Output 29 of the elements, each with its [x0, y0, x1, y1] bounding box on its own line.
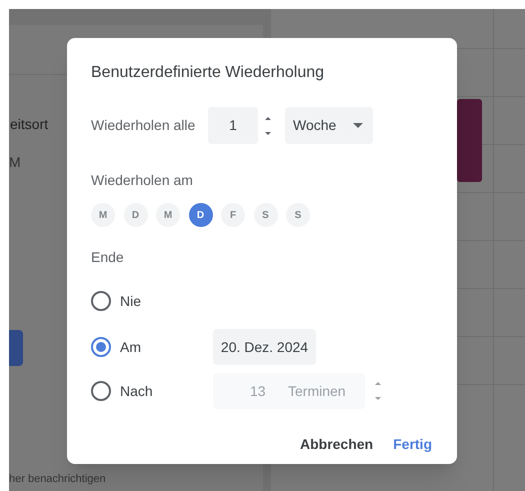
unit-label: Terminen — [288, 382, 346, 400]
radio-label[interactable]: Am — [120, 336, 213, 358]
unit-dropdown[interactable]: Woche — [285, 107, 373, 144]
date-field[interactable]: 20. Dez. 2024 — [213, 329, 316, 365]
weekday-toggle[interactable]: M — [156, 203, 180, 227]
done-button[interactable]: Fertig — [388, 426, 437, 463]
radio-button[interactable] — [91, 381, 111, 401]
radio-button[interactable] — [91, 291, 111, 311]
weekday-toggle[interactable]: M — [91, 203, 115, 227]
weekday-toggle[interactable]: S — [254, 203, 278, 227]
radio-label[interactable]: Nie — [120, 290, 213, 312]
section-label: Ende — [91, 248, 125, 266]
spinner-arrows-icon[interactable] — [374, 380, 382, 402]
caret-icon — [353, 123, 363, 128]
radio-label[interactable]: Nach — [120, 380, 213, 402]
dialog-title: Benutzerdefinierte Wiederholung — [91, 63, 326, 83]
weekday-toggle[interactable]: D — [188, 203, 212, 227]
panel-label: eitsort — [10, 115, 48, 134]
weekday-toggle[interactable]: F — [221, 203, 245, 227]
panel-footer-text: her benachrichtigen — [9, 472, 106, 487]
weekday-toggle[interactable]: D — [124, 203, 148, 227]
radio-button[interactable] — [91, 337, 111, 357]
panel-label: M — [9, 153, 21, 172]
number-input-field[interactable]: 1 — [208, 107, 258, 144]
field-label: Wiederholen alle — [91, 116, 196, 135]
section-label: Wiederholen am — [91, 171, 194, 189]
spinner-arrows-icon[interactable] — [264, 114, 272, 136]
cancel-button[interactable]: Abbrechen — [294, 426, 378, 463]
weekday-toggle[interactable]: S — [286, 203, 310, 227]
